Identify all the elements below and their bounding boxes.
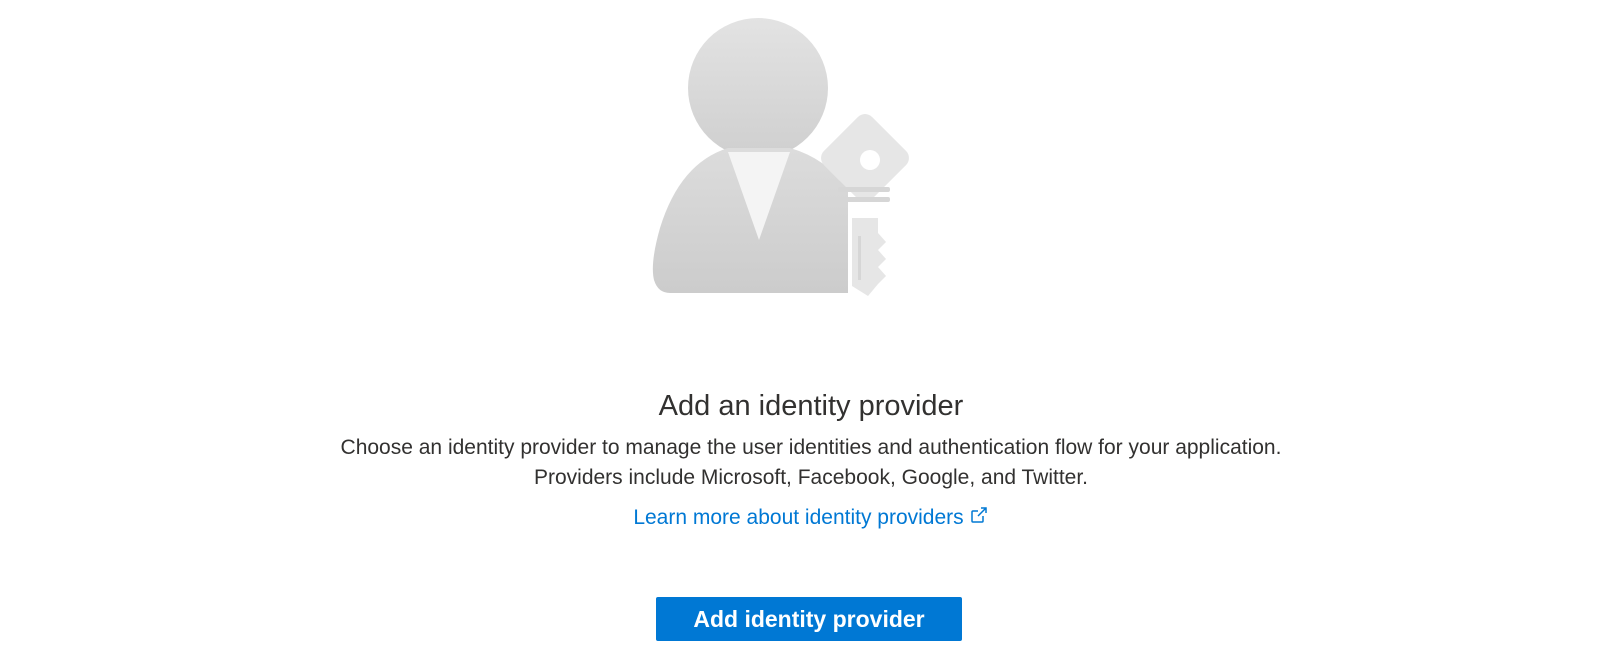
empty-state-title: Add an identity provider [658, 390, 964, 422]
add-identity-provider-button[interactable]: Add identity provider [656, 597, 962, 641]
empty-state-panel: Add an identity provider Choose an ident… [0, 0, 1622, 651]
description-line-1: Choose an identity provider to manage th… [340, 436, 1282, 459]
learn-more-row: Learn more about identity providers [0, 503, 1622, 533]
user-with-key-icon [652, 18, 909, 296]
external-link-icon [970, 507, 987, 523]
learn-more-label: Learn more about identity providers [633, 506, 964, 529]
description-line-2: Providers include Microsoft, Facebook, G… [533, 466, 1089, 489]
learn-more-link[interactable]: Learn more about identity providers [633, 506, 988, 529]
